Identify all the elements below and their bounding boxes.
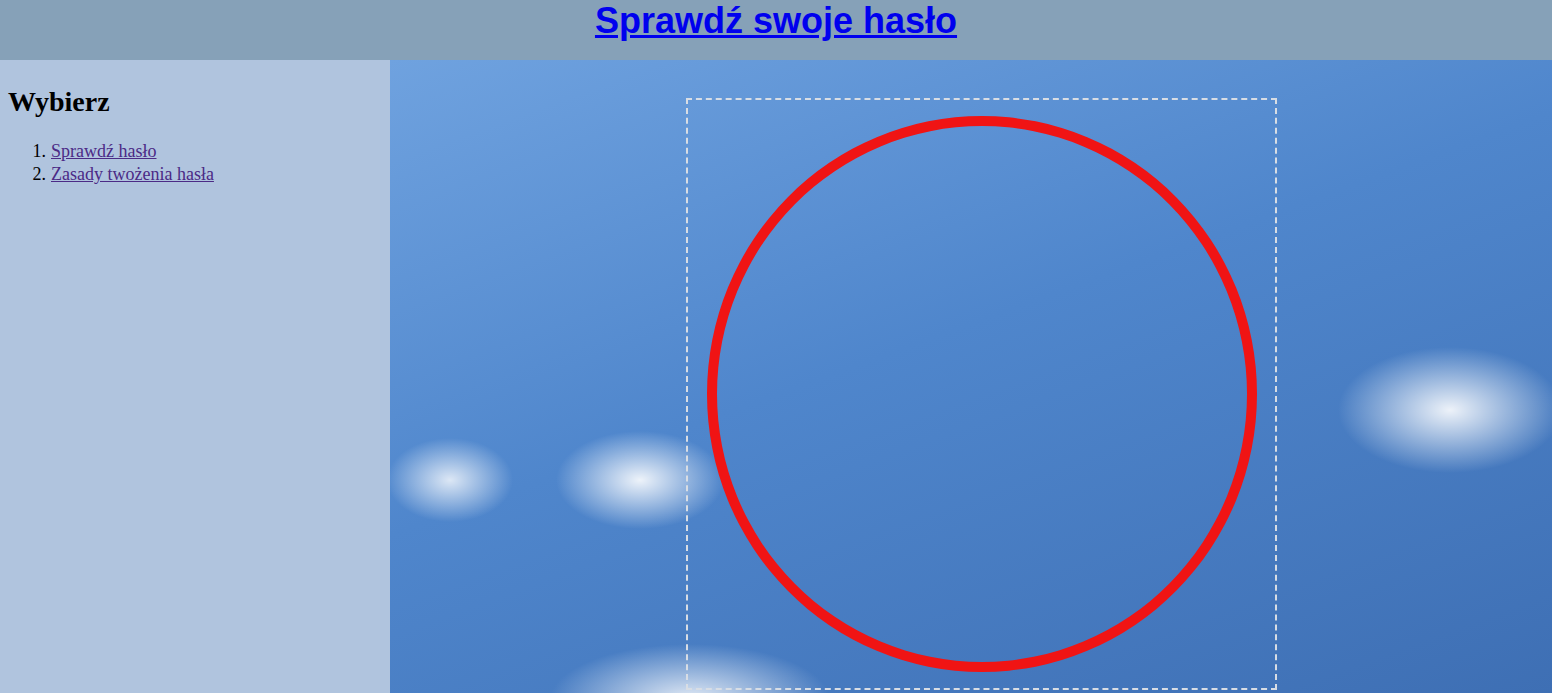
sidebar-heading: Wybierz xyxy=(8,86,382,118)
question-circle-icon xyxy=(707,116,1257,672)
password-picture xyxy=(686,98,1277,690)
sky-background xyxy=(390,60,1552,693)
item-number: 1. xyxy=(32,140,46,163)
sidebar-menu: 1.Sprawdź hasło2.Zasady twożenia hasła xyxy=(8,140,382,186)
sidebar-item: 2.Zasady twożenia hasła xyxy=(32,163,382,186)
item-number: 2. xyxy=(32,163,46,186)
sidebar-item: 1.Sprawdź hasło xyxy=(32,140,382,163)
title-link[interactable]: Sprawdź swoje hasło xyxy=(595,0,957,42)
sidebar: Wybierz 1.Sprawdź hasło2.Zasady twożenia… xyxy=(0,60,390,693)
sidebar-link[interactable]: Zasady twożenia hasła xyxy=(51,163,214,186)
sidebar-link[interactable]: Sprawdź hasło xyxy=(51,140,156,163)
page-header: Sprawdź swoje hasło xyxy=(0,0,1552,60)
